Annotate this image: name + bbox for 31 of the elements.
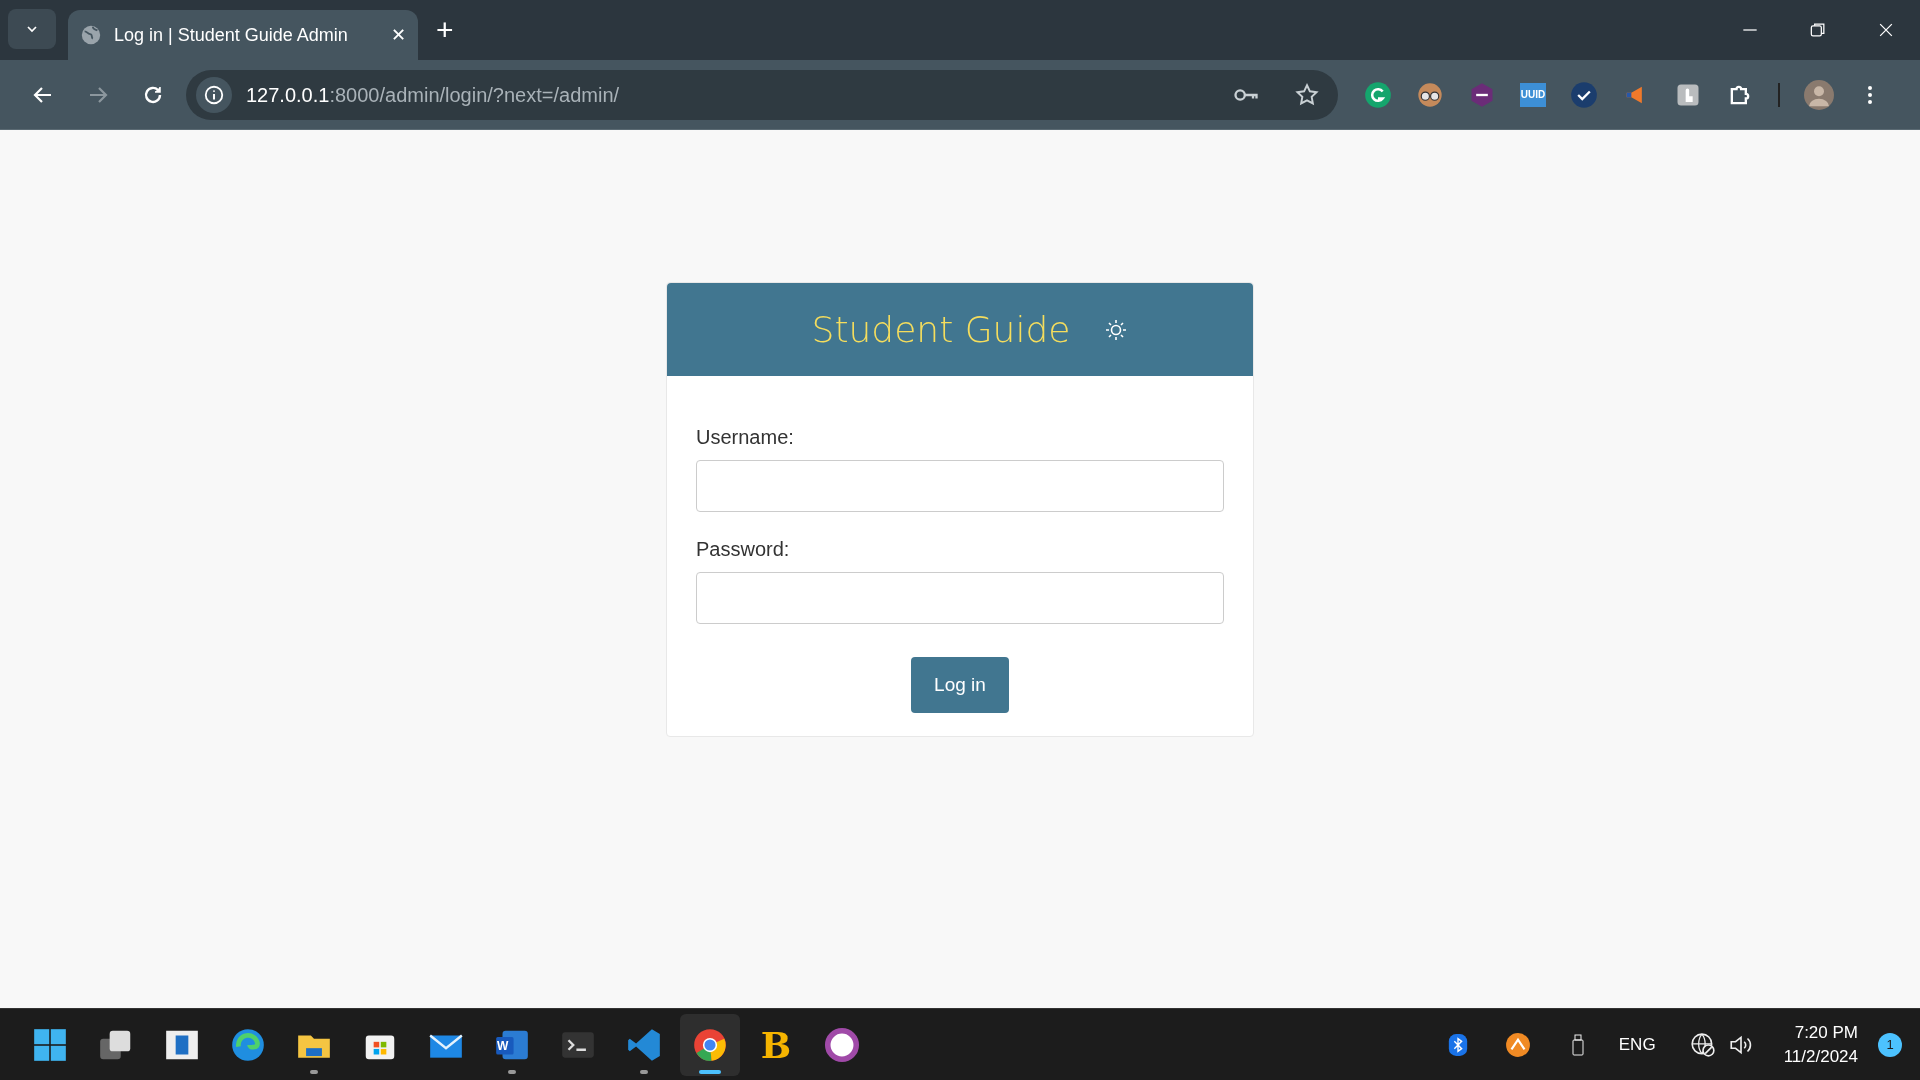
new-tab-button[interactable]: + bbox=[436, 15, 454, 45]
globe-icon bbox=[80, 24, 102, 46]
letter-b-icon: B bbox=[757, 1025, 795, 1064]
browser-tab[interactable]: Log in | Student Guide Admin ✕ bbox=[68, 10, 418, 60]
brand-title: Student Guide bbox=[811, 307, 1071, 352]
clock-date[interactable]: 11/2/2024 bbox=[1783, 1044, 1858, 1069]
field-label: Username: bbox=[696, 425, 795, 450]
info-icon[interactable] bbox=[196, 76, 232, 113]
tab-close-button[interactable]: ✕ bbox=[391, 21, 406, 49]
glasses-face-icon[interactable] bbox=[1416, 80, 1444, 109]
input-field[interactable] bbox=[696, 460, 1224, 512]
notification-badge[interactable]: 1 bbox=[1878, 1032, 1902, 1057]
star-icon[interactable] bbox=[1294, 81, 1320, 108]
sun-icon[interactable] bbox=[1104, 317, 1129, 342]
g-letter-icon[interactable] bbox=[1364, 80, 1392, 109]
avatar-icon[interactable] bbox=[1804, 79, 1834, 110]
taskbar-app[interactable]: B bbox=[746, 1013, 806, 1076]
ring-icon bbox=[823, 1025, 861, 1064]
taskbar-app[interactable] bbox=[680, 1013, 740, 1076]
field-label: Password: bbox=[696, 537, 791, 562]
language-indicator[interactable]: ENG bbox=[1618, 1031, 1656, 1058]
clock-time[interactable]: 7:20 PM bbox=[1794, 1020, 1858, 1045]
checkmark-icon[interactable] bbox=[1570, 80, 1598, 109]
address-bar[interactable]: 127.0.0.1:8000/admin/login/?next=/admin/ bbox=[186, 69, 1338, 120]
login-button[interactable]: Log in bbox=[911, 657, 1009, 713]
url-text: 127.0.0.1:8000/admin/login/?next=/admin/ bbox=[246, 82, 621, 108]
tab-title: Log in | Student Guide Admin bbox=[114, 23, 349, 47]
network-icon[interactable] bbox=[1689, 1031, 1716, 1058]
taskbar-app[interactable]: W bbox=[482, 1013, 542, 1076]
app-logo-icon[interactable] bbox=[1504, 1031, 1531, 1058]
input-field[interactable] bbox=[696, 572, 1224, 624]
